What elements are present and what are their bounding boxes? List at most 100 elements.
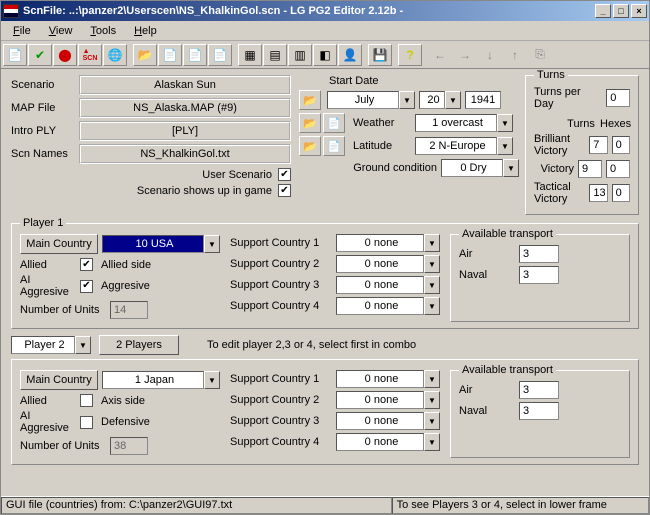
month-combo[interactable]: July▼ [327, 91, 415, 109]
day-combo[interactable]: 20▼ [419, 91, 461, 109]
scnnames-field[interactable]: NS_KhalkinGol.txt [79, 144, 291, 164]
p2-sc4-combo[interactable]: 0 none▼ [336, 433, 440, 451]
status-left: GUI file (countries) from: C:\panzer2\GU… [1, 497, 392, 514]
p1-air-field[interactable]: 3 [519, 245, 559, 263]
p2-allied-label: Allied [20, 395, 80, 407]
tool-help-icon[interactable]: ? [398, 44, 422, 66]
player-select-combo[interactable]: Player 2▼ [11, 336, 91, 354]
p2-sc3-combo[interactable]: 0 none▼ [336, 412, 440, 430]
mapfile-label: MAP File [11, 102, 79, 114]
v-turns[interactable]: 9 [578, 160, 602, 178]
p1-sc4-label: Support Country 4 [230, 300, 336, 312]
bv-hexes[interactable]: 0 [612, 136, 630, 154]
p2-air-label: Air [459, 384, 519, 396]
p1-transport-group: Air3 Naval3 [450, 234, 630, 322]
close-button[interactable]: × [631, 4, 647, 18]
p1-air-label: Air [459, 248, 519, 260]
bv-turns[interactable]: 7 [589, 136, 607, 154]
nav-up-icon[interactable]: ↑ [503, 44, 527, 66]
mapfile-browse-icon[interactable]: 📂 [299, 90, 321, 110]
players-count-button[interactable]: 2 Players [99, 335, 179, 355]
tool-new-icon[interactable]: 📄 [3, 44, 27, 66]
p2-sc2-label: Support Country 2 [230, 394, 336, 406]
tool-doc2-icon[interactable]: 📄 [183, 44, 207, 66]
tool-open-icon[interactable]: 📂 [133, 44, 157, 66]
v-hexes[interactable]: 0 [606, 160, 630, 178]
p1-sc3-combo[interactable]: 0 none▼ [336, 276, 440, 294]
tool-doc1-icon[interactable]: 📄 [158, 44, 182, 66]
scnnames-doc-icon[interactable]: 📄 [323, 136, 345, 156]
tool-view2-icon[interactable]: ▤ [263, 44, 287, 66]
tpd-field[interactable]: 0 [606, 89, 630, 107]
introply-browse-icon[interactable]: 📂 [299, 113, 321, 133]
p2-sc2-combo[interactable]: 0 none▼ [336, 391, 440, 409]
scenario-field[interactable]: Alaskan Sun [79, 75, 291, 95]
p1-sc4-combo[interactable]: 0 none▼ [336, 297, 440, 315]
menu-file[interactable]: File [5, 23, 39, 39]
tool-scn-icon[interactable]: ▲SCN [78, 44, 102, 66]
p2-mc-button[interactable]: Main Country [20, 370, 98, 390]
p2-sc3-label: Support Country 3 [230, 415, 336, 427]
scnnames-label: Scn Names [11, 148, 79, 160]
player-hint: To edit player 2,3 or 4, select first in… [207, 339, 416, 351]
tool-check-icon[interactable]: ✔ [28, 44, 52, 66]
year-field[interactable]: 1941 [465, 91, 501, 109]
tv-turns[interactable]: 13 [589, 184, 607, 202]
tool-doc3-icon[interactable]: 📄 [208, 44, 232, 66]
latitude-combo[interactable]: 2 N-Europe▼ [415, 137, 513, 155]
p1-sc2-combo[interactable]: 0 none▼ [336, 255, 440, 273]
tool-view4-icon[interactable]: ◧ [313, 44, 337, 66]
p1-sc2-label: Support Country 2 [230, 258, 336, 270]
maximize-button[interactable]: □ [613, 4, 629, 18]
p2-aiagg-side: Defensive [101, 416, 150, 428]
p2-naval-field[interactable]: 3 [519, 402, 559, 420]
player2-group: Main Country1 Japan▼ AlliedAxis side AI … [11, 359, 639, 465]
introply-field[interactable]: [PLY] [79, 121, 291, 141]
nav-down-icon[interactable]: ↓ [478, 44, 502, 66]
p1-allied-label: Allied [20, 259, 80, 271]
tool-stop-icon[interactable]: ⬤ [53, 44, 77, 66]
mapfile-field[interactable]: NS_Alaska.MAP (#9) [79, 98, 291, 118]
titlebar: ScnFile: ..:\panzer2\Userscen\NS_Khalkin… [1, 1, 649, 21]
menu-tools[interactable]: Tools [82, 23, 124, 39]
p2-aiagg-label: AI Aggresive [20, 410, 80, 434]
p2-air-field[interactable]: 3 [519, 381, 559, 399]
p1-sc1-label: Support Country 1 [230, 237, 336, 249]
tool-disk-icon[interactable]: 💾 [368, 44, 392, 66]
menu-view[interactable]: View [41, 23, 81, 39]
introply-doc-icon[interactable]: 📄 [323, 113, 345, 133]
statusbar: GUI file (countries) from: C:\panzer2\GU… [1, 496, 649, 514]
menubar: File View Tools Help [1, 21, 649, 41]
scnnames-browse-icon[interactable]: 📂 [299, 136, 321, 156]
showsup-label: Scenario shows up in game [137, 185, 272, 197]
p1-naval-field[interactable]: 3 [519, 266, 559, 284]
tool-view1-icon[interactable]: ▦ [238, 44, 262, 66]
nav-left-icon[interactable]: ← [428, 44, 452, 66]
ground-combo[interactable]: 0 Dry▼ [441, 159, 519, 177]
userscen-check[interactable]: ✔ [278, 168, 291, 181]
p2-mc-combo[interactable]: 1 Japan▼ [102, 371, 220, 389]
nav-right-icon[interactable]: → [453, 44, 477, 66]
tool-globe-icon[interactable]: 🌐 [103, 44, 127, 66]
nav-copy-icon[interactable]: ⎘ [528, 44, 552, 66]
p1-allied-check[interactable]: ✔ [80, 258, 93, 271]
p2-allied-check[interactable] [80, 394, 93, 407]
tool-person-icon[interactable]: 👤 [338, 44, 362, 66]
introply-label: Intro PLY [11, 125, 79, 137]
p1-mc-button[interactable]: Main Country [20, 234, 98, 254]
p2-sc1-label: Support Country 1 [230, 373, 336, 385]
weather-combo[interactable]: 1 overcast▼ [415, 114, 513, 132]
minimize-button[interactable]: _ [595, 4, 611, 18]
p2-sc1-combo[interactable]: 0 none▼ [336, 370, 440, 388]
p2-aiagg-check[interactable] [80, 416, 93, 429]
p1-aiagg-check[interactable]: ✔ [80, 280, 93, 293]
p1-sc1-combo[interactable]: 0 none▼ [336, 234, 440, 252]
p1-mc-combo[interactable]: 10 USA▼ [102, 235, 220, 253]
p2-nunits-label: Number of Units [20, 440, 110, 452]
tool-view3-icon[interactable]: ▥ [288, 44, 312, 66]
tv-hexes[interactable]: 0 [612, 184, 630, 202]
tpd-label: Turns per Day [534, 86, 602, 110]
menu-help[interactable]: Help [126, 23, 165, 39]
showsup-check[interactable]: ✔ [278, 184, 291, 197]
v-label: Victory [541, 163, 574, 175]
